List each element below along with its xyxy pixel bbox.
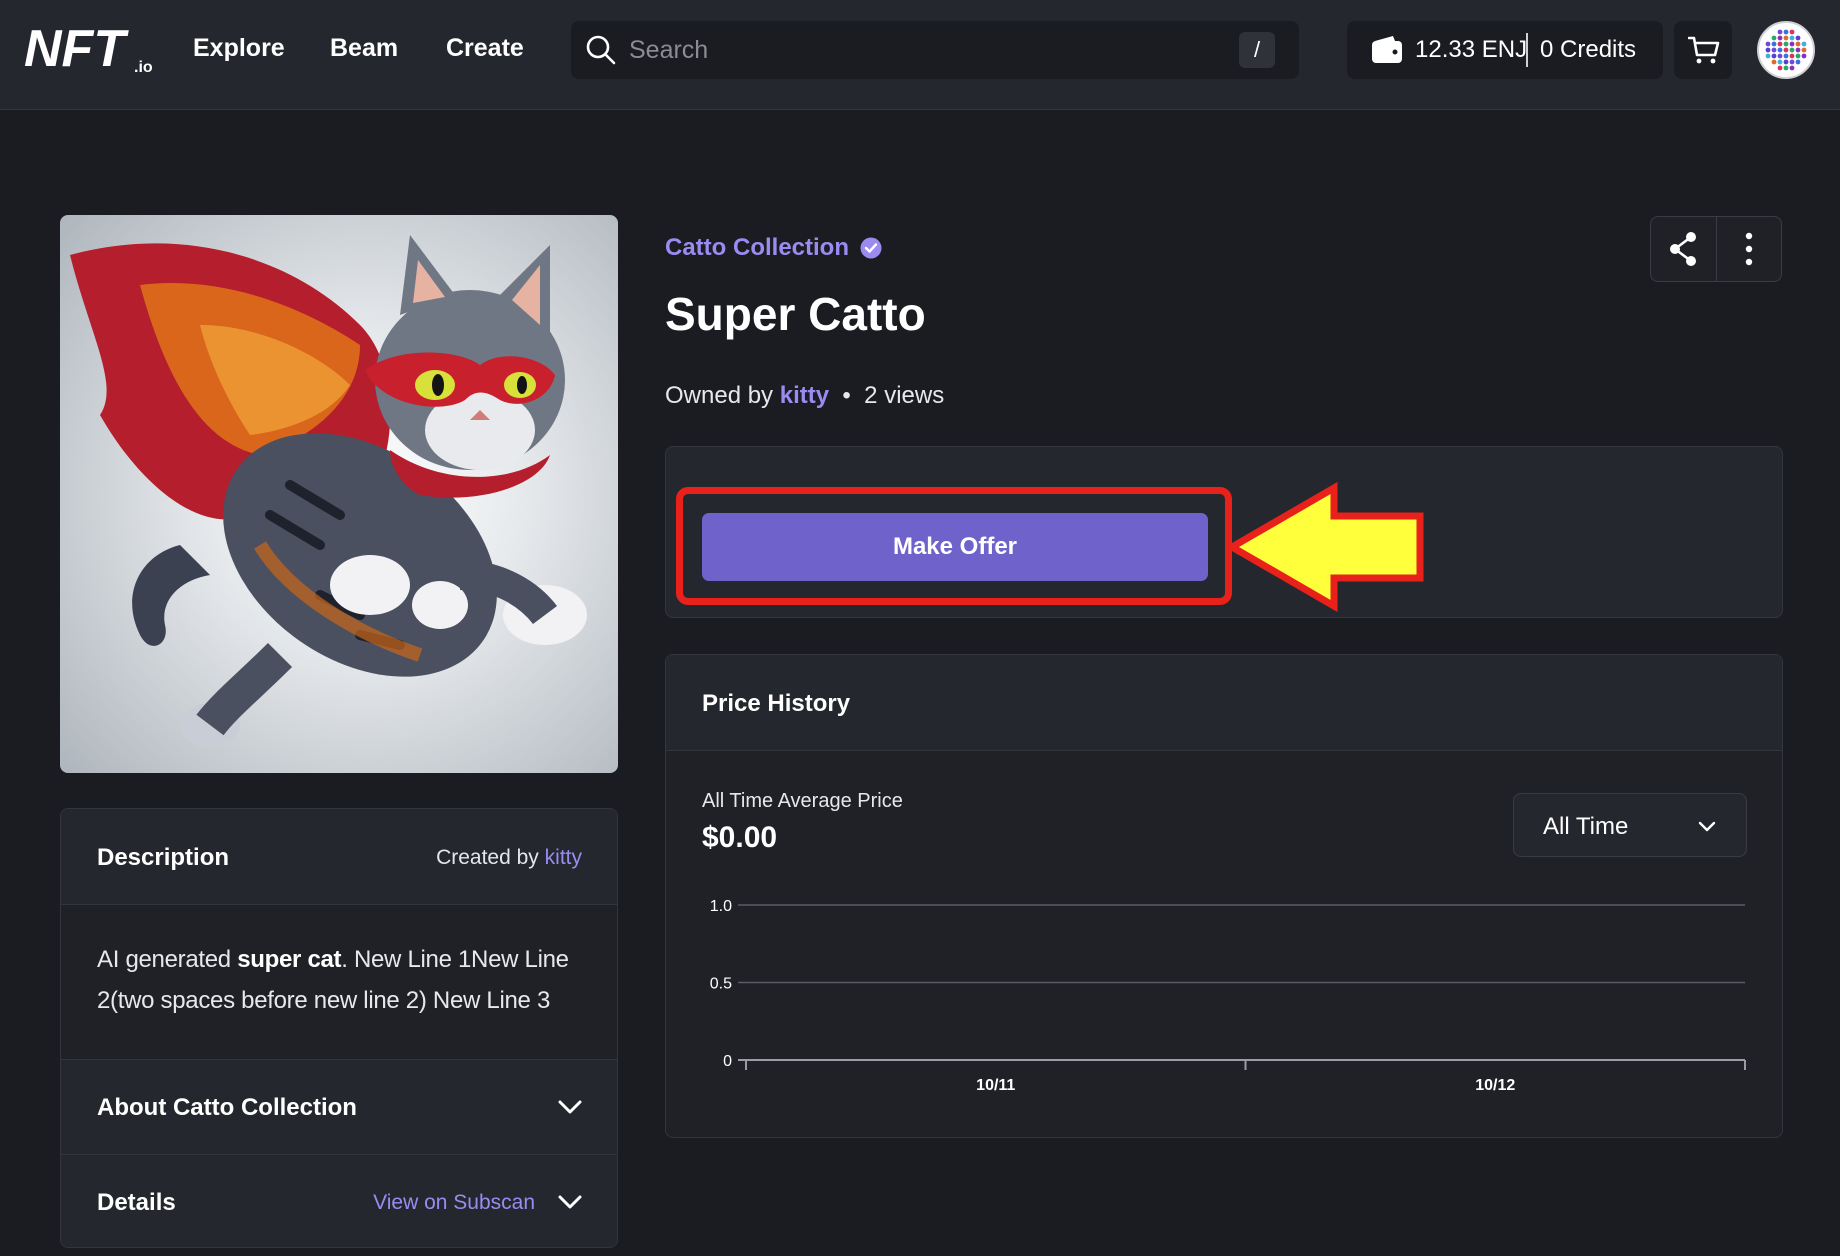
wallet-balance-button[interactable]: 12.33 ENJ 0 Credits [1347,21,1663,79]
search-input[interactable] [629,31,1229,69]
price-history-title: Price History [702,690,851,717]
nft-title: Super Catto [665,288,926,340]
nav-explore[interactable]: Explore [193,34,285,63]
time-range-select[interactable]: All Time [1513,793,1747,857]
x-tick-label: 10/11 [976,1077,1015,1094]
yellow-arrow-annotation [1226,482,1424,612]
credits-balance: 0 Credits [1540,36,1637,63]
search-bar: / [571,21,1299,79]
more-options-button[interactable] [1717,217,1782,281]
created-by: Created by kitty [436,846,582,870]
super-cat-illustration [70,235,587,747]
average-price-value: $0.00 [702,821,778,854]
chevron-down-icon [1698,821,1716,832]
share-actions-group [1650,216,1782,282]
details-accordion[interactable]: Details View on Subscan [61,1154,617,1247]
price-history-header: Price History [666,655,1782,751]
chevron-down-icon [558,1195,582,1209]
cart-icon [1688,36,1720,64]
make-offer-button[interactable]: Make Offer [702,513,1208,581]
user-avatar[interactable] [1757,21,1815,79]
wallet-divider [1526,33,1528,67]
top-navbar: NFT .io Explore Beam Create / 12.33 ENJ … [0,0,1840,110]
average-price-label: All Time Average Price [702,790,903,812]
collection-link[interactable]: Catto Collection [665,234,849,262]
created-by-prefix: Created by [436,846,539,869]
creator-link[interactable]: kitty [545,846,582,869]
svg-text:NFT: NFT [24,22,129,78]
share-icon [1670,232,1696,266]
nav-beam[interactable]: Beam [330,34,398,63]
nav-create[interactable]: Create [446,34,524,63]
search-icon [586,35,616,65]
verified-badge-icon [860,237,882,259]
enj-balance: 12.33 ENJ [1415,36,1528,63]
owned-by-prefix: Owned by [665,382,774,409]
share-button[interactable] [1651,217,1716,281]
y-tick-label: 1.0 [710,898,732,915]
more-vertical-icon [1745,232,1753,266]
wallet-icon [1372,36,1402,63]
x-tick-label: 10/12 [1475,1077,1515,1094]
time-range-value: All Time [1543,813,1629,840]
nft-artwork-image[interactable] [60,215,618,773]
ownership-info: Owned by kitty • 2 views [665,382,945,409]
nft-io-logo[interactable]: NFT .io [24,22,164,78]
y-tick-label: 0 [723,1053,732,1070]
search-shortcut-key: / [1239,32,1275,68]
cart-button[interactable] [1674,21,1732,79]
views-count: 2 views [864,382,945,409]
avatar-dots-icon [1765,29,1807,71]
owner-link[interactable]: kitty [780,382,829,409]
price-history-chart: 0 0.5 1.0 10/11 10/12 [710,898,1746,1094]
description-title: Description [97,844,230,871]
view-on-subscan-link[interactable]: View on Subscan [373,1191,535,1215]
details-title: Details [97,1189,176,1216]
y-tick-label: 0.5 [710,976,732,993]
svg-text:.io: .io [134,59,153,76]
